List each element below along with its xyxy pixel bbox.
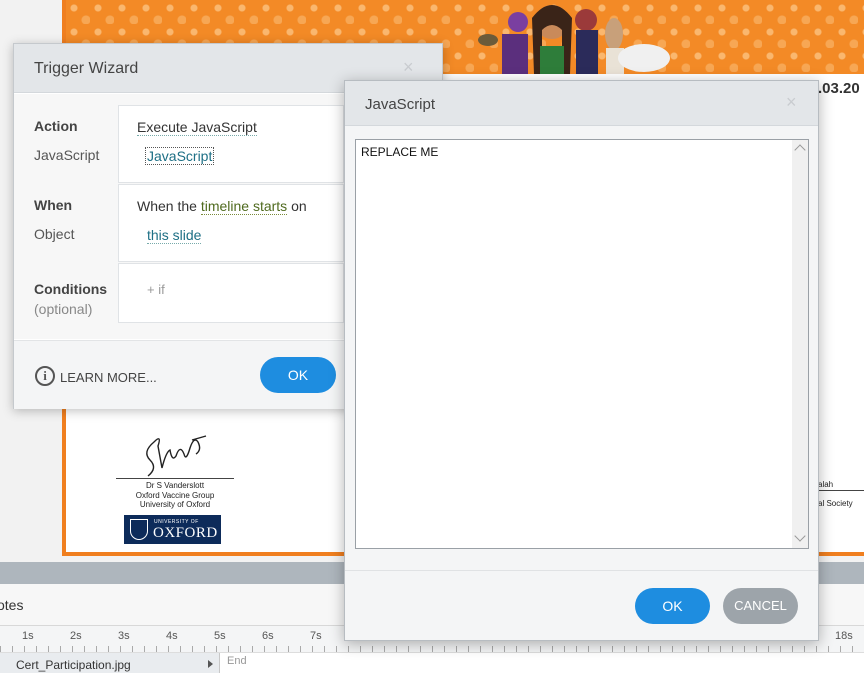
ruler-tick-label: 5s bbox=[214, 630, 226, 642]
signature-image bbox=[146, 435, 207, 477]
ruler-tick-label: 1s bbox=[22, 630, 34, 642]
javascript-link[interactable]: JavaScript bbox=[147, 148, 212, 164]
signature-name: Dr S Vanderslott bbox=[145, 481, 205, 490]
info-icon[interactable]: i bbox=[35, 366, 55, 386]
trigger-wizard-ok-button[interactable]: OK bbox=[260, 357, 336, 393]
footer-divider bbox=[345, 570, 818, 571]
timeline-item-cert-participation[interactable]: Cert_Participation.jpg bbox=[0, 653, 220, 673]
right-signature-org: al Society bbox=[818, 499, 853, 508]
javascript-code-text[interactable]: REPLACE ME bbox=[361, 145, 438, 159]
when-label: When bbox=[34, 197, 73, 213]
ruler-tick-label: 4s bbox=[166, 630, 178, 642]
ruler-tick-label: 2s bbox=[70, 630, 82, 642]
oxford-logo-text: OXFORD bbox=[153, 525, 218, 541]
banner-characters-image bbox=[478, 5, 670, 74]
javascript-code-editor[interactable]: REPLACE ME bbox=[355, 139, 809, 549]
javascript-label: JavaScript bbox=[34, 147, 100, 163]
close-icon[interactable]: × bbox=[403, 57, 414, 78]
conditions-label: Conditions bbox=[34, 281, 108, 297]
javascript-cancel-button[interactable]: CANCEL bbox=[723, 588, 798, 624]
scroll-up-icon[interactable] bbox=[794, 144, 806, 156]
conditions-panel: + if bbox=[118, 263, 344, 323]
signature-text: Dr S Vanderslott Oxford Vaccine Group Un… bbox=[112, 481, 238, 510]
learn-more-link[interactable]: LEARN MORE... bbox=[60, 370, 157, 385]
ruler-ticks bbox=[0, 646, 864, 652]
signature-university: University of Oxford bbox=[139, 500, 211, 509]
ruler-tick-label: 6s bbox=[262, 630, 274, 642]
editor-scrollbar[interactable] bbox=[792, 140, 808, 548]
ruler-tick-label: 3s bbox=[118, 630, 130, 642]
scroll-down-icon[interactable] bbox=[794, 530, 806, 542]
javascript-ok-button[interactable]: OK bbox=[635, 588, 710, 624]
right-signature-name: alah bbox=[818, 480, 834, 489]
timeline-end-marker: End bbox=[227, 655, 247, 667]
when-panel: When the timeline starts on this slide bbox=[118, 184, 344, 262]
when-prefix-text: When the bbox=[137, 198, 197, 214]
signature-org: Oxford Vaccine Group bbox=[135, 490, 215, 500]
notes-tab[interactable]: otes bbox=[0, 597, 23, 613]
javascript-dialog-header[interactable]: JavaScript × bbox=[345, 81, 818, 126]
right-signature-line bbox=[818, 490, 864, 491]
oxford-crest-icon bbox=[130, 519, 148, 540]
action-panel: Execute JavaScript JavaScript bbox=[118, 105, 344, 183]
slide-date-text: .03.20 bbox=[818, 80, 860, 97]
ruler-tick-label: 7s bbox=[310, 630, 322, 642]
javascript-dialog-title: JavaScript bbox=[365, 96, 436, 113]
object-label: Object bbox=[34, 226, 75, 242]
object-dropdown[interactable]: this slide bbox=[147, 227, 202, 244]
when-event-dropdown[interactable]: timeline starts bbox=[200, 198, 288, 215]
signature-line bbox=[116, 478, 234, 479]
javascript-dialog: JavaScript × REPLACE ME OK CANCEL bbox=[344, 80, 819, 641]
close-icon[interactable]: × bbox=[786, 92, 797, 113]
add-condition-link[interactable]: + if bbox=[147, 282, 165, 297]
timeline-row: Cert_Participation.jpg End bbox=[0, 653, 864, 673]
expand-arrow-icon[interactable] bbox=[208, 660, 213, 668]
trigger-wizard-title: Trigger Wizard bbox=[34, 60, 139, 77]
when-suffix-text: on bbox=[291, 198, 307, 214]
oxford-logo: UNIVERSITY OF OXFORD bbox=[124, 515, 221, 544]
conditions-optional-label: (optional) bbox=[34, 301, 93, 317]
action-dropdown[interactable]: Execute JavaScript bbox=[137, 119, 257, 136]
timeline-item-label: Cert_Participation.jpg bbox=[16, 658, 131, 672]
ruler-tick-label: 18s bbox=[835, 630, 853, 642]
action-label: Action bbox=[34, 118, 78, 134]
